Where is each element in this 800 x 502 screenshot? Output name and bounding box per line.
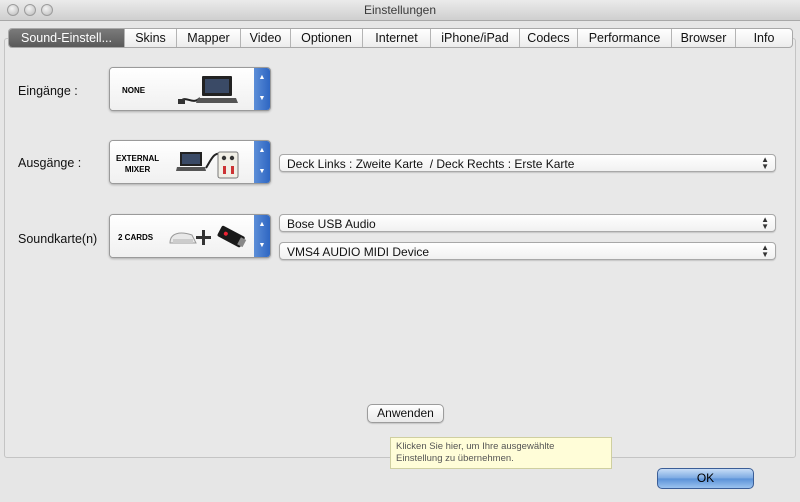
laptop-mixer-icon — [176, 151, 239, 179]
outputs-config-text-line1: EXTERNAL — [116, 154, 160, 163]
soundcard-2-value: VMS4 AUDIO MIDI Device — [287, 245, 430, 259]
apply-button[interactable]: Anwenden — [367, 404, 444, 423]
soundcard-1-select[interactable]: Bose USB Audio ▲ ▼ — [279, 214, 776, 232]
popup-arrows-icon: ▲ ▼ — [761, 155, 769, 171]
stepper-down-icon[interactable]: ▼ — [254, 162, 270, 183]
tab-options[interactable]: Optionen — [291, 29, 363, 47]
inputs-config-selector[interactable]: NONE ▲ ▼ — [109, 67, 271, 111]
outputs-label: Ausgänge : — [18, 156, 82, 170]
tab-browser[interactable]: Browser — [672, 29, 736, 47]
inputs-label: Eingänge : — [18, 84, 78, 98]
popup-arrows-icon: ▲ ▼ — [761, 243, 769, 259]
tab-video[interactable]: Video — [241, 29, 291, 47]
soundcards-config-text: 2 CARDS — [118, 233, 154, 242]
stepper-down-icon[interactable]: ▼ — [254, 236, 270, 257]
tab-internet[interactable]: Internet — [363, 29, 431, 47]
outputs-config-selector[interactable]: EXTERNAL MIXER ▲ ▼ — [109, 140, 271, 184]
outputs-config-image: EXTERNAL MIXER — [110, 141, 254, 183]
tab-info[interactable]: Info — [736, 29, 792, 47]
tab-iphone-ipad[interactable]: iPhone/iPad — [431, 29, 520, 47]
soundcards-label: Soundkarte(n) — [18, 232, 98, 246]
outputs-config-text-line2: MIXER — [124, 165, 151, 174]
stepper-up-icon[interactable]: ▲ — [254, 68, 270, 89]
soundcard-1-value: Bose USB Audio — [287, 217, 376, 231]
inputs-stepper[interactable]: ▲ ▼ — [254, 68, 270, 110]
tooltip-line-1: Klicken Sie hier, um Ihre ausgewählte — [396, 441, 555, 452]
tab-sound-settings[interactable]: Sound-Einstell... — [9, 29, 125, 47]
tab-skins[interactable]: Skins — [125, 29, 177, 47]
stepper-up-icon[interactable]: ▲ — [254, 141, 270, 162]
laptop-cable-icon — [178, 76, 238, 104]
soundcards-config-selector[interactable]: 2 CARDS ▲ ▼ — [109, 214, 271, 258]
tab-codecs[interactable]: Codecs — [520, 29, 578, 47]
outputs-stepper[interactable]: ▲ ▼ — [254, 141, 270, 183]
tab-mapper[interactable]: Mapper — [177, 29, 241, 47]
inputs-config-text: NONE — [122, 86, 146, 95]
ok-button[interactable]: OK — [657, 468, 754, 489]
output-routing-value: Deck Links : Zweite Karte / Deck Rechts … — [287, 157, 575, 171]
soundcards-config-image: 2 CARDS — [110, 215, 254, 257]
settings-tab-bar: Sound-Einstell... Skins Mapper Video Opt… — [8, 28, 793, 48]
popup-arrows-icon: ▲ ▼ — [761, 215, 769, 231]
soundcard-2-select[interactable]: VMS4 AUDIO MIDI Device ▲ ▼ — [279, 242, 776, 260]
outputs-config-text: EXTERNAL MIXER — [116, 153, 159, 175]
inputs-config-image: NONE — [110, 68, 254, 110]
stepper-down-icon[interactable]: ▼ — [254, 89, 270, 110]
tab-performance[interactable]: Performance — [578, 29, 672, 47]
output-routing-select[interactable]: Deck Links : Zweite Karte / Deck Rechts … — [279, 154, 776, 172]
stepper-up-icon[interactable]: ▲ — [254, 215, 270, 236]
window-title: Einstellungen — [363, 3, 437, 17]
apply-tooltip: Klicken Sie hier, um Ihre ausgewählte Ei… — [390, 437, 612, 469]
soundcards-stepper[interactable]: ▲ ▼ — [254, 215, 270, 257]
title-bar: Einstellungen — [0, 0, 800, 21]
tooltip-line-2: Einstellung zu übernehmen. — [396, 453, 514, 464]
two-soundcards-icon — [169, 225, 247, 248]
